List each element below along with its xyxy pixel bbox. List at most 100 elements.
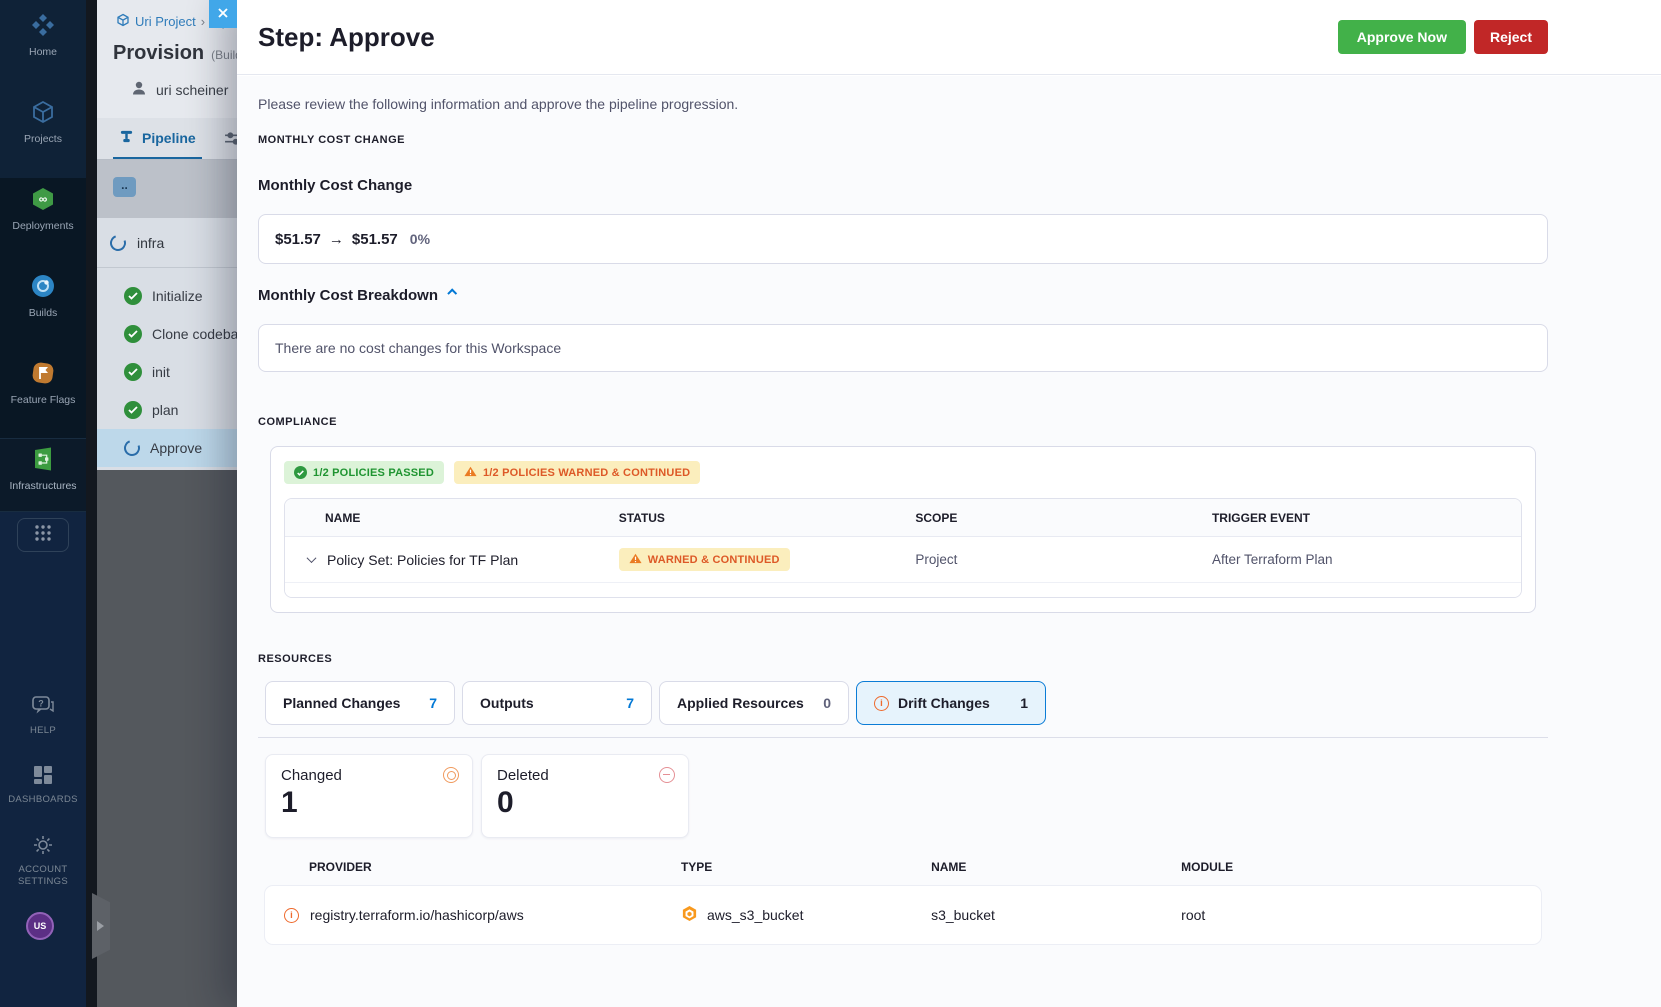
step-row-clone-codebase[interactable]: Clone codeba [97,315,237,353]
step-label: Clone codeba [152,326,237,342]
sidebar-item-feature-flags[interactable]: Feature Flags [0,360,86,406]
col-header-status: STATUS [618,510,665,525]
chevron-up-icon [447,288,458,299]
arrow-right-icon: → [328,230,344,248]
drawer-header: Step: Approve Approve Now Reject [237,0,1661,75]
stage-row-infra[interactable]: infra [97,218,237,268]
resource-tabs: Planned Changes 7 Outputs 7 Applied Reso… [265,681,1548,725]
tab-count: 0 [823,695,831,711]
step-label: plan [152,402,179,418]
breadcrumb-separator: › [200,14,206,29]
section-label-compliance: COMPLIANCE [258,416,337,428]
approval-drawer: Step: Approve Approve Now Reject Please … [209,0,1661,1007]
stat-label: Changed [281,767,342,784]
stat-value: 1 [281,786,298,819]
tab-label: Drift Changes [898,695,990,711]
step-row-init[interactable]: init [97,353,237,391]
policy-table-row[interactable]: Policy Set: Policies for TF Plan WARNED … [285,537,1521,583]
pipeline-title-text: Provision [113,42,205,64]
tab-count: 1 [1020,695,1028,711]
info-circle-icon: i [284,907,299,923]
projects-cube-icon [30,99,56,128]
cost-breakdown-empty-text: There are no cost changes for this Works… [275,340,562,356]
sidebar-item-label: Projects [24,133,62,145]
policy-table-spacer [285,583,1521,597]
avatar-initials: US [33,921,47,931]
user-avatar[interactable]: US [26,912,54,940]
triggered-by-user: uri scheiner [130,79,228,100]
console-area [97,470,237,1007]
tab-drift-changes[interactable]: i Drift Changes 1 [856,681,1046,725]
monthly-cost-breakdown-heading: Monthly Cost Breakdown [258,287,439,304]
module-picker-button[interactable] [17,518,69,552]
pipeline-title: Provision (Build [113,42,237,65]
cost-from: $51.57 [275,230,321,248]
close-icon [217,7,229,22]
tab-count: 7 [429,695,437,711]
sidebar-item-label: ACCOUNT SETTINGS [18,864,68,887]
sidebar-item-dashboards[interactable]: DASHBOARDS [0,764,86,806]
sidebar-item-label: Deployments [12,220,74,232]
sidebar-item-projects[interactable]: Projects [0,99,86,145]
help-chat-icon: ? [31,695,55,720]
dashboards-icon [32,764,54,789]
chevron-down-icon[interactable] [306,553,317,564]
tab-applied-resources[interactable]: Applied Resources 0 [659,681,849,725]
tab-count: 7 [626,695,634,711]
drift-table-header: PROVIDER TYPE NAME MODULE [265,856,1541,878]
resource-name: s3_bucket [931,907,995,923]
reject-button[interactable]: Reject [1473,20,1548,54]
breadcrumb-project-link[interactable]: Uri Project [135,14,196,29]
section-label-resources: RESOURCES [258,653,333,665]
step-label: Initialize [152,288,203,304]
step-row-initialize[interactable]: Initialize [97,277,237,315]
cube-icon [116,13,130,30]
sidebar-item-home[interactable]: Home [0,12,86,58]
execution-tabbar: Pipeline [97,118,237,160]
collapsed-panel-edge [86,0,97,1007]
policies-warned-label: 1/2 POLICIES WARNED & CONTINUED [482,466,691,479]
tab-inputs[interactable] [224,130,237,152]
canvas-toolbar-strip: .. [97,160,237,218]
drift-stat-cards: Changed 1 Deleted 0 [265,754,1548,838]
check-circle-icon [294,466,307,479]
deployments-icon: ∞ [30,186,56,215]
sidebar-item-infrastructures[interactable]: Infrastructures [0,446,86,492]
tab-pipeline[interactable]: Pipeline [113,118,202,159]
drift-table-row[interactable]: i registry.terraform.io/hashicorp/aws aw… [265,886,1541,944]
stat-value: 0 [497,786,514,819]
tab-outputs[interactable]: Outputs 7 [462,681,652,725]
resource-type: aws_s3_bucket [706,907,804,923]
success-check-icon [124,401,142,419]
monthly-cost-breakdown-toggle[interactable]: Monthly Cost Breakdown [258,287,1548,304]
stat-label: Deleted [497,767,549,784]
app-root: Home Projects ∞ Deployments Builds Featu… [0,0,1661,1007]
changed-icon [443,767,459,783]
policy-scope: Project [915,552,958,567]
infrastructures-icon [30,446,56,475]
builds-icon [30,273,56,302]
col-header-name: NAME [325,510,361,525]
sidebar-item-label: Builds [28,307,58,319]
monthly-cost-change-card: $51.57 → $51.57 0% [258,214,1548,264]
background-page: Uri Project › Pipeli Provision(Build uri… [86,0,237,1007]
close-drawer-button[interactable] [209,0,237,28]
sidebar-item-account-settings[interactable]: ACCOUNT SETTINGS [8,834,78,888]
tab-planned-changes[interactable]: Planned Changes 7 [265,681,455,725]
sliders-icon [224,132,237,151]
expand-panel-handle[interactable] [92,893,110,959]
sidebar-item-help[interactable]: ? HELP [0,695,86,737]
step-row-approve[interactable]: Approve [97,429,237,467]
stage-tree-panel: infra Initialize Clone codeba init plan … [97,218,237,470]
step-label: init [152,364,170,380]
sidebar-item-builds[interactable]: Builds [0,273,86,319]
pipeline-title-suffix: (Build [211,48,237,62]
sidebar-item-deployments[interactable]: ∞ Deployments [0,186,86,232]
harness-home-icon [30,12,56,41]
approve-now-button[interactable]: Approve Now [1337,20,1466,54]
svg-text:∞: ∞ [39,192,48,206]
col-header-provider: PROVIDER [309,860,372,874]
step-row-plan[interactable]: plan [97,391,237,429]
collapsed-breadcrumb-chip[interactable]: .. [113,177,136,197]
sidebar-item-label: Infrastructures [9,480,77,492]
